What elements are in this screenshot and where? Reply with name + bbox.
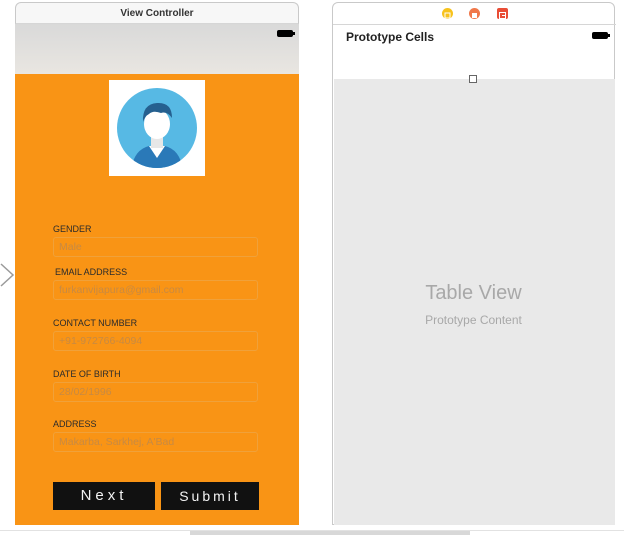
scene-title: View Controller xyxy=(120,8,194,19)
user-avatar-icon xyxy=(117,88,197,168)
status-bar-area xyxy=(15,24,299,74)
exit-icon[interactable] xyxy=(497,8,508,19)
prototype-cells-header: Prototype Cells xyxy=(346,30,435,44)
date-of-birth-label: DATE OF BIRTH xyxy=(53,369,121,379)
scene-dock xyxy=(333,3,616,25)
email-label: EMAIL ADDRESS xyxy=(55,267,128,277)
battery-icon xyxy=(592,32,610,39)
table-view-title: Table View xyxy=(425,282,522,304)
horizontal-scrollbar[interactable] xyxy=(190,531,470,535)
battery-icon xyxy=(277,30,295,37)
submit-button[interactable]: Submit xyxy=(161,482,259,510)
gender-label: GENDER xyxy=(53,224,92,234)
resize-handle[interactable] xyxy=(469,75,477,83)
address-field[interactable]: Makarba, Sarkhej, A'Bad xyxy=(53,432,258,452)
entry-point-arrow-icon xyxy=(0,263,15,287)
form-view: GENDER Male EMAIL ADDRESS furkanvijapura… xyxy=(15,74,299,525)
scene-title-bar[interactable]: View Controller xyxy=(15,2,299,24)
view-controller-scene[interactable]: View Controller GENDER Male EMAIL ADDRES… xyxy=(15,2,299,525)
gender-field[interactable]: Male xyxy=(53,237,258,257)
first-responder-icon[interactable] xyxy=(469,8,480,19)
date-of-birth-field[interactable]: 28/02/1996 xyxy=(53,382,258,402)
table-view-controller-scene[interactable]: Prototype Cells Table View Prototype Con… xyxy=(332,2,616,525)
contact-number-field[interactable]: +91-972766-4094 xyxy=(53,331,258,351)
next-button[interactable]: Next xyxy=(53,482,155,510)
email-field[interactable]: furkanvijapura@gmail.com xyxy=(53,280,258,300)
view-controller-icon[interactable] xyxy=(442,8,453,19)
table-view-subtitle: Prototype Content xyxy=(425,313,522,327)
contact-number-label: CONTACT NUMBER xyxy=(53,318,138,328)
address-label: ADDRESS xyxy=(53,419,97,429)
table-scene-frame: Prototype Cells Table View Prototype Con… xyxy=(332,2,616,525)
profile-image[interactable] xyxy=(109,80,205,176)
